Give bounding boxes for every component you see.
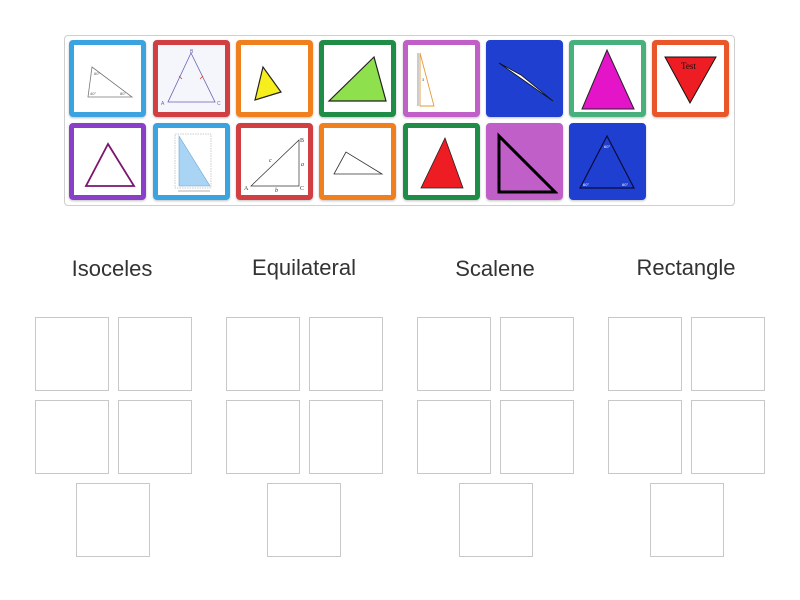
card-triangle-red-filled[interactable] [403, 123, 480, 200]
card-image: 60° 60° 60° [574, 128, 641, 195]
drop-slot-isoceles-2[interactable] [118, 317, 192, 391]
card-triangle-abc-right[interactable]: A B C c a b [236, 123, 313, 200]
red-inverted-triangle-icon: Test [664, 56, 717, 105]
drop-slot-rectangle-3[interactable] [608, 400, 682, 474]
category-heading-equilateral: Equilateral [252, 255, 356, 280]
purple-outline-triangle-icon [84, 142, 136, 187]
svg-text:c: c [269, 158, 272, 164]
card-triangle-magenta[interactable] [569, 40, 646, 117]
small-outline-triangle-icon [333, 151, 384, 175]
drop-slot-equilateral-3[interactable] [226, 400, 300, 474]
drop-slot-equilateral-4[interactable] [309, 400, 383, 474]
card-triangle-purple-outline[interactable] [69, 123, 146, 200]
card-image: B A C [158, 45, 225, 112]
drop-slot-isoceles-4[interactable] [118, 400, 192, 474]
category-heading-rectangle: Rectangle [636, 255, 736, 280]
card-triangle-black-on-purple[interactable] [486, 123, 563, 200]
magenta-triangle-icon [581, 48, 635, 110]
card-test-label: Test [681, 61, 696, 71]
yellow-triangle-icon [254, 65, 282, 101]
card-image [574, 45, 641, 112]
isosceles-triangle-labeled-icon: B A C [161, 49, 221, 107]
blue-triangle-with-angles-icon: 60° 60° 60° [579, 134, 635, 189]
card-image [491, 128, 558, 195]
svg-text:C: C [300, 186, 304, 192]
svg-text:80°: 80° [120, 91, 126, 96]
card-image [158, 128, 225, 195]
card-triangle-isosceles-ab[interactable]: B A C [153, 40, 230, 117]
svg-text:60°: 60° [604, 144, 610, 149]
drop-slot-scalene-1[interactable] [417, 317, 491, 391]
card-image: Test [657, 45, 724, 112]
drop-slot-scalene-5[interactable] [459, 483, 533, 557]
drop-slot-rectangle-2[interactable] [691, 317, 765, 391]
svg-text:b: b [275, 188, 278, 194]
labeled-right-triangle-icon: A B C c a b [244, 138, 304, 194]
card-triangle-red-test[interactable]: Test [652, 40, 729, 117]
card-triangle-white-blue[interactable] [486, 40, 563, 117]
black-right-triangle-icon [497, 132, 558, 194]
drop-slot-equilateral-1[interactable] [226, 317, 300, 391]
drop-slot-rectangle-4[interactable] [691, 400, 765, 474]
drop-slot-isoceles-5[interactable] [76, 483, 150, 557]
red-filled-triangle-icon [420, 136, 464, 189]
card-image [491, 45, 558, 112]
blue-right-triangle-icon [174, 133, 212, 192]
card-triangle-green[interactable] [319, 40, 396, 117]
card-image: A B C c a b [241, 128, 308, 195]
card-triangle-small-outline[interactable] [319, 123, 396, 200]
card-triangle-yellow[interactable] [236, 40, 313, 117]
card-image [324, 45, 391, 112]
drop-slot-isoceles-3[interactable] [35, 400, 109, 474]
drop-slot-scalene-3[interactable] [417, 400, 491, 474]
svg-text:60°: 60° [622, 182, 628, 187]
drop-slot-rectangle-1[interactable] [608, 317, 682, 391]
card-image [241, 45, 308, 112]
svg-text:40°: 40° [90, 91, 96, 96]
category-heading-isoceles: Isoceles [71, 256, 153, 281]
svg-text:A: A [244, 186, 249, 192]
card-image: 60° 40° 80° [74, 45, 141, 112]
svg-text:60°: 60° [94, 71, 100, 76]
svg-text:B: B [300, 138, 304, 144]
drop-slot-scalene-2[interactable] [500, 317, 574, 391]
category-heading-scalene: Scalene [455, 256, 535, 281]
card-image: 3 [408, 45, 475, 112]
card-image [324, 128, 391, 195]
drop-slot-equilateral-2[interactable] [309, 317, 383, 391]
card-image [74, 128, 141, 195]
drop-slot-scalene-4[interactable] [500, 400, 574, 474]
svg-text:60°: 60° [583, 182, 589, 187]
drop-slot-equilateral-5[interactable] [267, 483, 341, 557]
green-triangle-icon [327, 55, 387, 102]
svg-text:A: A [161, 101, 165, 107]
svg-text:B: B [190, 49, 194, 55]
card-triangle-thin-orange[interactable]: 3 [403, 40, 480, 117]
drop-slot-isoceles-1[interactable] [35, 317, 109, 391]
thin-right-triangle-icon: 3 [417, 52, 435, 107]
svg-text:C: C [217, 101, 221, 107]
card-triangle-blue-equilateral[interactable]: 60° 60° 60° [569, 123, 646, 200]
svg-text:3: 3 [422, 77, 425, 82]
triangle-with-angles-icon: 60° 40° 80° [87, 66, 134, 98]
drop-slot-rectangle-5[interactable] [650, 483, 724, 557]
svg-text:a: a [301, 162, 304, 168]
card-triangle-angles[interactable]: 60° 40° 80° [69, 40, 146, 117]
card-triangle-blue-right[interactable] [153, 123, 230, 200]
white-triangle-on-blue-icon [498, 62, 554, 102]
card-image [408, 128, 475, 195]
